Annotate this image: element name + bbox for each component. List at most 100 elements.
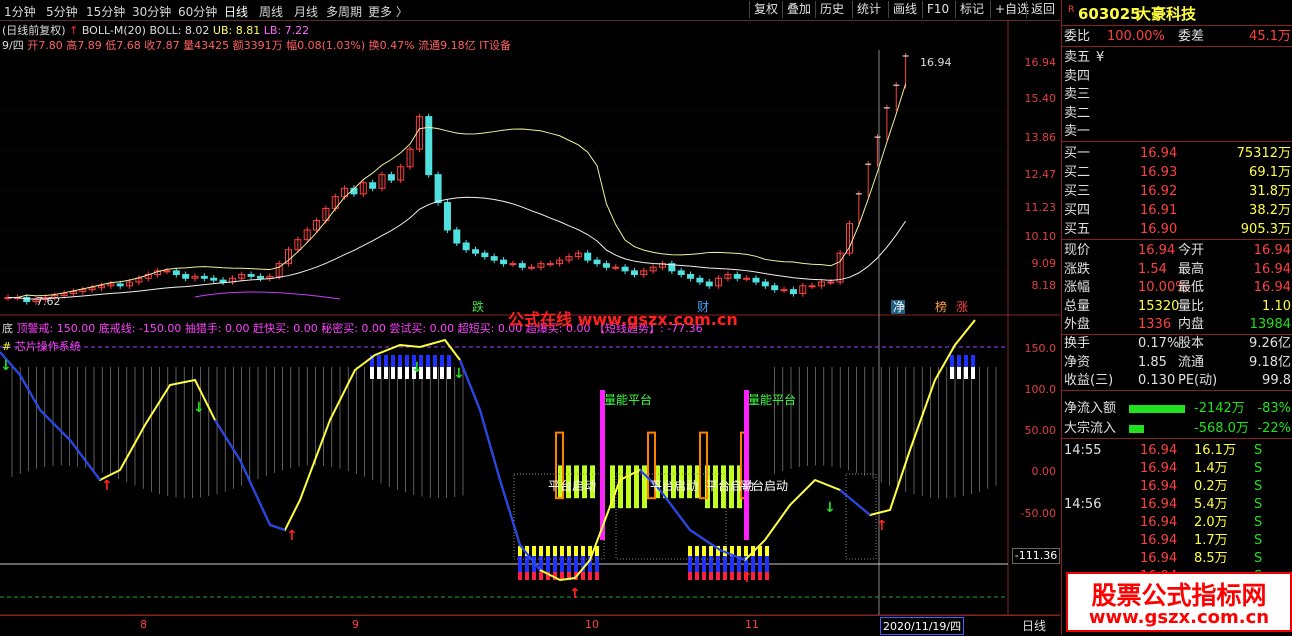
price-tick: 15.40 — [1024, 92, 1057, 105]
signal-arrow: ↑ — [101, 478, 113, 494]
bid-price: 16.92 — [1140, 184, 1178, 199]
period-4[interactable]: 30分钟 — [132, 3, 171, 20]
toolbar-button-1[interactable]: 复权 — [749, 1, 782, 18]
top-white — [377, 367, 381, 379]
top-white — [440, 367, 444, 379]
candle-body — [593, 259, 601, 265]
boll-lower-seg — [194, 291, 341, 300]
candle-body — [687, 274, 695, 279]
indicator-tick: 0.00 — [1031, 465, 1057, 478]
top-white — [384, 367, 388, 379]
top-blue — [426, 355, 430, 367]
candle-body — [733, 274, 741, 279]
top-white — [426, 367, 430, 379]
candle-body — [789, 289, 797, 295]
toolbar-button-5[interactable]: 画线 — [888, 1, 921, 18]
candle-body — [210, 277, 218, 281]
quote-label-2: 量比 — [1178, 298, 1205, 314]
toolbar-button-6[interactable]: F10 — [922, 1, 953, 18]
stack-yellow — [688, 546, 692, 556]
quote-value-2: 16.94 — [1253, 243, 1291, 258]
toolbar-button-4[interactable]: 统计 — [852, 1, 885, 18]
tick-vol: 0.2万 — [1194, 479, 1228, 494]
depth-ratio-row: 委比 100.00% 委差 45.1万 — [1062, 27, 1292, 47]
stack-blue — [560, 556, 564, 572]
candle-body — [705, 281, 713, 287]
flow-pct: -22% — [1257, 421, 1291, 436]
tick-side: S — [1254, 497, 1263, 512]
period-1[interactable]: 1分钟 — [4, 3, 36, 20]
stack-blue — [567, 556, 571, 572]
signal-arrow: ↓ — [0, 358, 12, 374]
quote-label: 外盘 — [1064, 317, 1091, 333]
high-mark: 16.94 — [920, 56, 952, 69]
bid-row: 买五 16.90 905.3万 — [1062, 220, 1292, 240]
tick-side: S — [1254, 515, 1263, 530]
period-8[interactable]: 月线 — [294, 3, 318, 20]
bid-label: 买一 — [1064, 146, 1091, 161]
stock-header: R 603025 大豪科技 — [1062, 3, 1292, 26]
toolbar-button-9[interactable]: 返回 — [1026, 1, 1059, 18]
annotation: 平台启动 — [650, 478, 698, 493]
top-white — [433, 367, 437, 379]
period-5[interactable]: 60分钟 — [178, 3, 217, 20]
quote-label-2: 内盘 — [1178, 317, 1205, 333]
signal-arrow: ↑ — [741, 570, 753, 586]
flow-bar — [1129, 405, 1185, 413]
top-white — [964, 367, 968, 379]
candle-body — [808, 285, 816, 288]
period-7[interactable]: 周线 — [259, 3, 283, 20]
stack-blue — [695, 556, 699, 572]
candle-body — [387, 174, 395, 181]
tick-row: 16.94 1.4万 S — [1062, 459, 1292, 478]
price-tag: 榜 — [935, 299, 947, 314]
top-blue — [440, 355, 444, 367]
flow-row: 大宗流入 -568.0万 -22% — [1062, 419, 1292, 439]
boll-mid — [8, 196, 907, 300]
tick-price: 16.94 — [1140, 461, 1178, 476]
stack-red — [709, 572, 713, 580]
candle-body — [425, 116, 433, 176]
quote-row: 现价 16.94 今开 16.94 — [1062, 241, 1292, 260]
oscillator-blue — [0, 351, 101, 481]
period-10[interactable]: 更多 〉 — [368, 3, 408, 20]
tick-side: S — [1254, 533, 1263, 548]
stack-red — [716, 572, 720, 580]
signal-arrow: ↓ — [411, 360, 423, 376]
tick-vol: 5.4万 — [1194, 497, 1228, 512]
bid-price: 16.94 — [1140, 146, 1178, 161]
flow-bar — [1129, 425, 1144, 433]
toolbar-button-2[interactable]: 叠加 — [782, 1, 815, 18]
price-tick: 16.94 — [1024, 56, 1057, 69]
stack-blue — [702, 556, 706, 572]
bid-row: 买四 16.91 38.2万 — [1062, 201, 1292, 220]
bid-vol: 69.1万 — [1249, 165, 1291, 180]
candle-body — [443, 202, 451, 231]
annotation: 平台启动 — [740, 478, 788, 493]
signal-arrow: ↓ — [453, 366, 465, 382]
bid-label: 买五 — [1064, 222, 1091, 237]
toolbar-button-7[interactable]: 标记 — [955, 1, 988, 18]
candle-body — [621, 266, 629, 272]
stack-yellow — [709, 546, 713, 556]
price-tick: 13.86 — [1024, 131, 1057, 144]
flow-value: -568.0万 — [1194, 421, 1249, 436]
period-2[interactable]: 5分钟 — [46, 3, 78, 20]
indicator-label-text: 芯片操作系统 — [14, 340, 81, 353]
period-6[interactable]: 日线 — [224, 3, 248, 20]
quote-label-2: PE(动) — [1178, 373, 1218, 389]
toolbar-button-3[interactable]: 历史 — [815, 1, 848, 18]
ask-row: 卖一 — [1062, 122, 1292, 142]
tick-row: 14:56 16.94 5.4万 S — [1062, 495, 1292, 514]
quote-label-2: 股本 — [1178, 336, 1205, 351]
ask-row: 卖二 — [1062, 104, 1292, 123]
period-9[interactable]: 多周期 — [326, 3, 362, 20]
ratio-value: 100.00% — [1107, 29, 1165, 44]
bottom-tab-daily[interactable]: 日线 — [1022, 617, 1046, 634]
watermark-url: www.gszx.com.cn — [1088, 607, 1270, 628]
stack-red — [595, 572, 599, 580]
ask-label: 卖三 — [1064, 87, 1091, 102]
period-3[interactable]: 15分钟 — [86, 3, 125, 20]
ask-label: 卖五 — [1064, 50, 1091, 65]
quote-value: 1.85 — [1138, 354, 1167, 370]
